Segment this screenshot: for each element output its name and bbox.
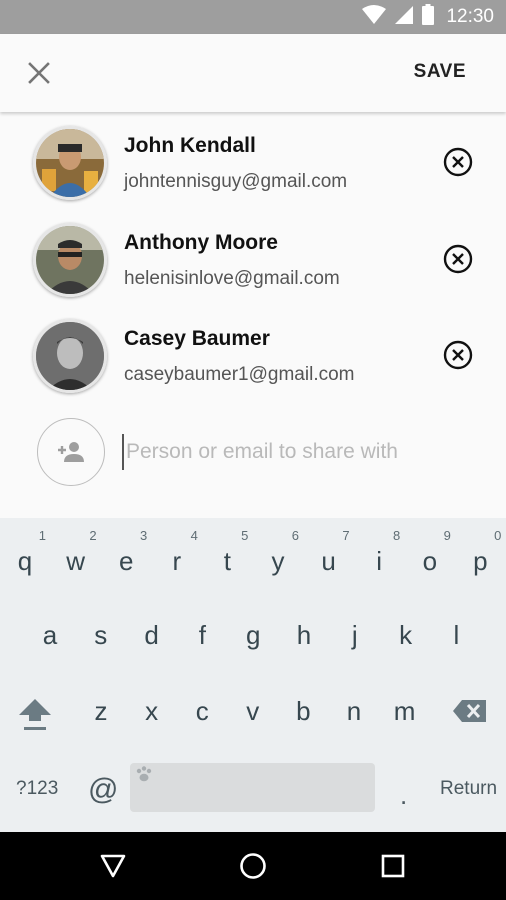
backspace-icon <box>453 700 486 722</box>
save-button[interactable]: SAVE <box>414 61 466 83</box>
person-add-icon <box>58 442 84 462</box>
key-c[interactable]: c <box>177 676 227 746</box>
key-s[interactable]: s <box>76 600 126 670</box>
key-v[interactable]: v <box>228 676 278 746</box>
key-d[interactable]: d <box>127 600 177 670</box>
key-y[interactable]: 6y <box>253 522 303 592</box>
key-a[interactable]: a <box>25 600 75 670</box>
key-r[interactable]: 4r <box>152 522 202 592</box>
battery-icon <box>422 4 435 30</box>
key-f[interactable]: f <box>177 600 227 670</box>
key-g[interactable]: g <box>228 600 278 670</box>
add-person-button[interactable] <box>37 418 105 486</box>
back-button[interactable] <box>93 846 133 886</box>
key-hint: 3 <box>139 528 148 543</box>
space-key[interactable] <box>130 763 375 812</box>
avatar <box>33 319 107 393</box>
key-label: w <box>66 545 85 576</box>
key-u[interactable]: 7u <box>304 522 354 592</box>
key-t[interactable]: 5t <box>202 522 252 592</box>
contact-name: John Kendall <box>124 134 256 157</box>
shift-icon <box>19 699 51 730</box>
backspace-key[interactable] <box>445 676 495 746</box>
return-key[interactable]: Return <box>440 778 497 800</box>
key-q[interactable]: 1q <box>0 522 50 592</box>
key-b[interactable]: b <box>278 676 328 746</box>
remove-contact-button[interactable] <box>442 146 474 178</box>
remove-circle-icon <box>443 244 473 274</box>
key-label: r <box>172 545 182 576</box>
contact-item: Anthony Moore helenisinlove@gmail.com <box>0 209 506 305</box>
shift-key[interactable] <box>10 678 60 748</box>
paw-icon <box>136 766 152 782</box>
home-icon <box>240 853 266 879</box>
key-label: y <box>271 545 285 576</box>
key-o[interactable]: 9o <box>405 522 455 592</box>
key-h[interactable]: h <box>279 600 329 670</box>
remove-contact-button[interactable] <box>442 243 474 275</box>
keyboard: 1q2w3e4r5t6y7u8i9o0p asdfghjkl zxcvbnm ?… <box>0 518 506 832</box>
contact-email: helenisinlove@gmail.com <box>124 268 340 289</box>
key-label: u <box>321 545 336 576</box>
contact-item: Casey Baumer caseybaumer1@gmail.com <box>0 305 506 401</box>
key-x[interactable]: x <box>127 676 177 746</box>
key-hint: 1 <box>38 528 46 543</box>
avatar <box>33 223 107 297</box>
key-hint: 2 <box>89 528 97 543</box>
key-label: e <box>118 545 134 576</box>
key-hint: 6 <box>291 528 299 543</box>
key-hint: 0 <box>494 528 502 543</box>
key-m[interactable]: m <box>380 676 430 746</box>
navigation-bar <box>0 832 506 900</box>
key-p[interactable]: 0p <box>455 522 505 592</box>
contact-name: Casey Baumer <box>124 327 270 350</box>
app-bar: SAVE <box>0 34 506 112</box>
remove-circle-icon <box>443 147 473 177</box>
key-hint: 9 <box>443 528 451 543</box>
remove-contact-button[interactable] <box>442 339 474 371</box>
key-hint: 4 <box>190 528 198 543</box>
status-time: 12:30 <box>446 6 494 27</box>
key-hint: 8 <box>392 528 401 543</box>
close-icon <box>28 62 50 84</box>
at-key[interactable]: @ <box>88 773 118 807</box>
key-label: p <box>473 545 488 576</box>
avatar <box>33 126 107 200</box>
contact-email: johntennisguy@gmail.com <box>124 171 348 192</box>
close-button[interactable] <box>22 56 56 90</box>
contact-item: John Kendall johntennisguy@gmail.com <box>0 112 506 208</box>
key-j[interactable]: j <box>330 600 380 670</box>
key-hint: 5 <box>241 528 249 543</box>
key-label: i <box>376 545 383 576</box>
recents-button[interactable] <box>373 846 413 886</box>
key-e[interactable]: 3e <box>101 522 151 592</box>
status-bar: 12:30 <box>0 0 506 34</box>
remove-circle-icon <box>443 340 473 370</box>
key-k[interactable]: k <box>381 600 431 670</box>
key-z[interactable]: z <box>76 676 126 746</box>
contact-email: caseybaumer1@gmail.com <box>124 364 355 385</box>
period-key[interactable]: . <box>400 780 407 811</box>
key-label: q <box>17 545 33 576</box>
share-input[interactable] <box>122 434 472 470</box>
key-hint: 7 <box>342 528 350 543</box>
key-w[interactable]: 2w <box>51 522 101 592</box>
back-icon <box>100 854 126 878</box>
key-label: t <box>223 545 231 576</box>
wifi-icon <box>362 4 387 30</box>
key-label: o <box>422 545 438 576</box>
status-icons: 12:30 <box>362 0 494 34</box>
signal-icon <box>394 5 414 30</box>
key-l[interactable]: l <box>431 600 481 670</box>
recents-icon <box>381 854 405 878</box>
home-button[interactable] <box>233 846 273 886</box>
symbols-key[interactable]: ?123 <box>16 778 58 800</box>
key-i[interactable]: 8i <box>354 522 404 592</box>
contact-name: Anthony Moore <box>124 231 278 254</box>
key-n[interactable]: n <box>329 676 379 746</box>
